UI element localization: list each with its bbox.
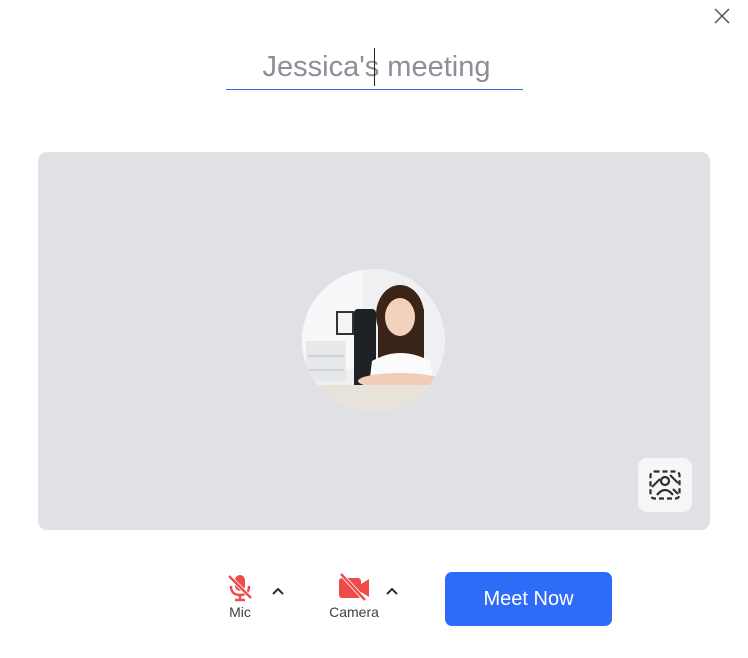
meeting-title-input[interactable] [226, 44, 527, 90]
virtual-background-icon [649, 470, 681, 500]
camera-options-chevron[interactable] [384, 584, 400, 596]
mic-button[interactable]: Mic [222, 572, 258, 620]
close-button[interactable] [711, 5, 733, 27]
mic-off-icon [227, 574, 253, 602]
chevron-up-icon [272, 587, 284, 595]
mic-options-chevron[interactable] [270, 584, 286, 596]
mic-label: Mic [229, 604, 251, 620]
camera-button[interactable]: Camera [326, 572, 382, 620]
text-caret [374, 48, 375, 86]
meeting-title-field[interactable] [226, 44, 527, 90]
camera-off-icon [339, 572, 369, 602]
meet-now-button[interactable]: Meet Now [445, 572, 612, 626]
user-avatar [302, 269, 445, 412]
virtual-background-button[interactable] [638, 458, 692, 512]
video-preview [38, 152, 710, 530]
chevron-up-icon [386, 587, 398, 595]
close-icon [714, 8, 730, 24]
camera-label: Camera [329, 604, 379, 620]
